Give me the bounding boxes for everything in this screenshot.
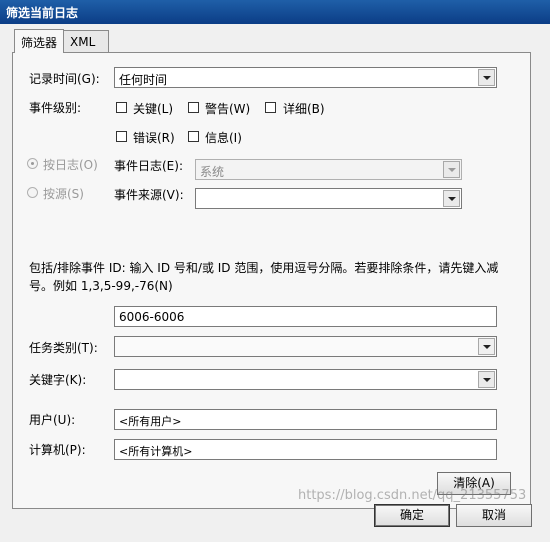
logged-label: 记录时间(G):	[29, 72, 100, 86]
task-category-select[interactable]	[114, 336, 497, 357]
checkbox-error-label: 错误(R)	[133, 131, 175, 145]
checkbox-verbose[interactable]	[265, 102, 276, 113]
filter-dialog: 筛选器 XML 记录时间(G): 任何时间 事件级别: 关键(L) 警告(W) …	[0, 24, 550, 542]
title-bar: 筛选当前日志	[0, 0, 550, 24]
checkbox-information[interactable]	[188, 131, 199, 142]
checkbox-error[interactable]	[116, 131, 127, 142]
chevron-down-icon[interactable]	[478, 371, 495, 388]
checkbox-warning-label: 警告(W)	[205, 102, 251, 116]
user-value: <所有用户>	[119, 415, 182, 428]
keywords-select[interactable]	[114, 369, 497, 390]
event-logs-select[interactable]: 系统	[195, 159, 462, 180]
logged-select[interactable]: 任何时间	[114, 67, 497, 88]
window-title: 筛选当前日志	[6, 6, 79, 20]
checkbox-critical-label: 关键(L)	[133, 102, 174, 116]
computer-label: 计算机(P):	[29, 443, 86, 457]
computer-value: <所有计算机>	[119, 445, 193, 458]
keywords-label: 关键字(K):	[29, 373, 87, 387]
event-logs-label: 事件日志(E):	[114, 159, 183, 173]
event-ids-description: 包括/排除事件 ID: 输入 ID 号和/或 ID 范围，使用逗号分隔。若要排除…	[29, 261, 499, 293]
ok-button[interactable]: 确定	[374, 504, 450, 527]
event-level-label: 事件级别:	[29, 101, 82, 115]
chevron-down-icon[interactable]	[478, 69, 495, 86]
tab-filter[interactable]: 筛选器	[14, 29, 64, 53]
event-ids-value: 6006-6006	[119, 310, 185, 324]
checkbox-verbose-label: 详细(B)	[283, 102, 325, 116]
checkbox-critical[interactable]	[116, 102, 127, 113]
chevron-down-icon[interactable]	[443, 161, 460, 178]
tab-xml-label: XML	[70, 35, 96, 49]
chevron-down-icon[interactable]	[478, 338, 495, 355]
watermark-text: https://blog.csdn.net/qq_21355753	[298, 488, 527, 503]
radio-by-log-label: 按日志(O)	[43, 158, 98, 172]
checkbox-information-label: 信息(I)	[205, 131, 242, 145]
radio-by-source[interactable]	[27, 187, 38, 198]
radio-by-log[interactable]	[27, 158, 38, 169]
tab-filter-label: 筛选器	[21, 36, 58, 50]
logged-value: 任何时间	[119, 73, 168, 87]
radio-by-source-label: 按源(S)	[43, 187, 84, 201]
user-input[interactable]: <所有用户>	[114, 409, 497, 430]
event-sources-label: 事件来源(V):	[114, 188, 184, 202]
event-logs-value: 系统	[200, 165, 225, 179]
event-sources-select[interactable]	[195, 188, 462, 209]
user-label: 用户(U):	[29, 413, 76, 427]
filter-panel: 记录时间(G): 任何时间 事件级别: 关键(L) 警告(W) 详细(B) 错误…	[12, 52, 531, 509]
tab-xml[interactable]: XML	[63, 30, 109, 52]
checkbox-warning[interactable]	[188, 102, 199, 113]
chevron-down-icon[interactable]	[443, 190, 460, 207]
task-category-label: 任务类别(T):	[29, 341, 98, 355]
cancel-button[interactable]: 取消	[456, 504, 532, 527]
event-ids-input[interactable]: 6006-6006	[114, 306, 497, 327]
computer-input[interactable]: <所有计算机>	[114, 439, 497, 460]
